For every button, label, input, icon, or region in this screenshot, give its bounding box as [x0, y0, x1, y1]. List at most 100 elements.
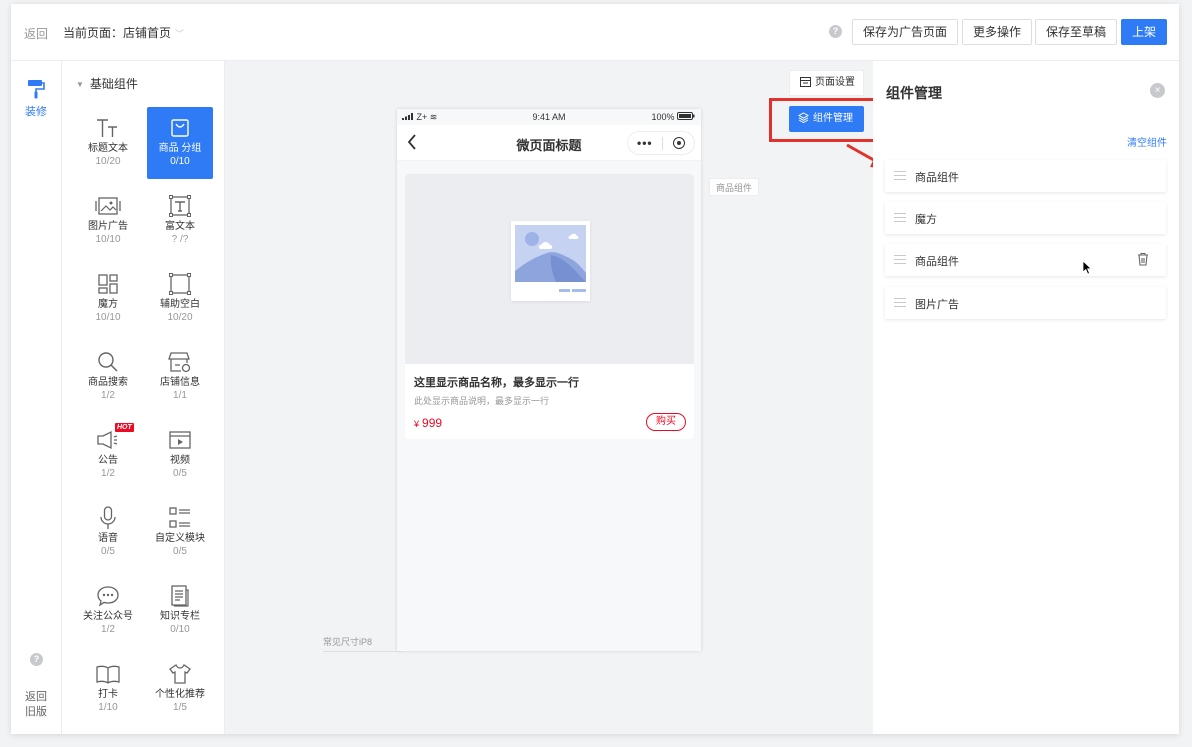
more-actions-button[interactable]: 更多操作: [962, 19, 1033, 45]
capsule-divider: [662, 137, 663, 150]
component-list-item[interactable]: 商品组件: [885, 160, 1166, 192]
drag-handle-icon[interactable]: [894, 213, 906, 225]
component-count: ? /?: [171, 234, 189, 245]
component-name: 商品 分组: [158, 143, 202, 154]
help-icon[interactable]: ?: [829, 25, 842, 38]
phone-nav-bar: 微页面标题 •••: [397, 125, 701, 161]
component-rich-text[interactable]: 富文本 ? /?: [147, 185, 213, 257]
selected-component-tag: 商品组件: [709, 178, 760, 196]
video-icon: [147, 426, 213, 454]
close-icon[interactable]: ×: [1150, 83, 1165, 98]
component-voice[interactable]: 语音 0/5: [75, 497, 141, 569]
search-icon: [75, 348, 141, 376]
component-palette: ▼ 基础组件 标题文本 10/20 商品 分组 0/10 图片广告 10/10 富…: [62, 61, 225, 734]
book-icon: [75, 660, 141, 688]
component-list-item[interactable]: 图片广告: [885, 287, 1166, 319]
battery-percent: 100%: [651, 112, 675, 122]
currency-symbol: ¥: [414, 419, 420, 429]
custom-module-icon: [147, 504, 213, 532]
component-name: 辅助空白: [160, 299, 200, 310]
component-count: 0/5: [173, 546, 187, 557]
back-link[interactable]: 返回: [24, 25, 48, 42]
drag-handle-icon[interactable]: [894, 171, 906, 183]
page-settings-button[interactable]: 页面设置: [789, 70, 864, 96]
image-ad-icon: [75, 192, 141, 220]
save-as-ad-page-button[interactable]: 保存为广告页面: [852, 19, 959, 45]
buy-button[interactable]: 购买: [646, 413, 686, 431]
more-dots-icon[interactable]: •••: [637, 136, 653, 150]
document-icon: [147, 582, 213, 610]
component-name: 店铺信息: [160, 377, 200, 388]
component-image-ad[interactable]: 图片广告 10/10: [75, 185, 141, 257]
drag-handle-icon[interactable]: [894, 298, 906, 310]
back-to-old-version-link[interactable]: 返回 旧版: [11, 690, 61, 720]
hot-badge: HOT: [115, 423, 134, 432]
component-list-label: 魔方: [915, 214, 937, 226]
component-manage-button[interactable]: 组件管理: [789, 106, 864, 132]
cube-icon: [75, 270, 141, 298]
title-text-icon: [75, 114, 141, 142]
component-personalized-recommend[interactable]: 个性化推荐 1/5: [147, 653, 213, 725]
component-count: 0/5: [101, 546, 115, 557]
drag-handle-icon[interactable]: [894, 255, 906, 267]
help-icon[interactable]: ?: [30, 653, 43, 666]
close-target-icon[interactable]: [673, 137, 685, 149]
device-size-label: 常见尺寸iP8: [323, 635, 403, 652]
palette-group-header[interactable]: ▼ 基础组件: [76, 75, 138, 92]
clear-components-link[interactable]: 清空组件: [1127, 134, 1167, 149]
trash-icon[interactable]: [1137, 252, 1149, 266]
rich-text-icon: [147, 192, 213, 220]
save-draft-button[interactable]: 保存至草稿: [1035, 19, 1118, 45]
component-count: 10/20: [167, 312, 193, 323]
component-cube[interactable]: 魔方 10/10: [75, 263, 141, 335]
rail-decorate-label: 装修: [25, 106, 47, 118]
component-blank-space[interactable]: 辅助空白 10/20: [147, 263, 213, 335]
component-count: 1/2: [101, 390, 115, 401]
goods-price: ¥999: [414, 416, 442, 430]
old-version-line2: 旧版: [25, 706, 47, 718]
component-goods-group[interactable]: 商品 分组 0/10: [147, 107, 213, 179]
component-count: 1/1: [173, 390, 187, 401]
component-title-text[interactable]: 标题文本 10/20: [75, 107, 141, 179]
phone-preview: Z+ ≋ 9:41 AM 100% 微页面标题 ••• 这里显示商品名称，最多显…: [397, 109, 701, 651]
store-icon: [147, 348, 213, 376]
component-name: 公告: [98, 455, 118, 466]
component-list-item[interactable]: 魔方: [885, 202, 1166, 234]
component-count: 10/10: [95, 234, 121, 245]
price-value: 999: [422, 416, 443, 430]
image-placeholder-icon: [511, 221, 590, 301]
component-store-info[interactable]: 店铺信息 1/1: [147, 341, 213, 413]
goods-name: 这里显示商品名称，最多显示一行: [414, 377, 579, 389]
component-announcement[interactable]: HOT 公告 1/2: [75, 419, 141, 491]
mini-program-capsule: •••: [627, 131, 695, 155]
chevron-down-icon: ﹀: [175, 29, 185, 39]
component-manage-panel: 组件管理 × 清空组件 商品组件 魔方 商品组件 图片广告: [873, 61, 1179, 734]
component-count: 0/10: [170, 156, 190, 167]
component-video[interactable]: 视频 0/5: [147, 419, 213, 491]
component-count: 10/20: [95, 156, 121, 167]
component-count: 0/5: [173, 468, 187, 479]
component-name: 图片广告: [88, 221, 128, 232]
component-list-item[interactable]: 商品组件: [885, 244, 1166, 276]
rail-item-decorate[interactable]: 装修: [11, 79, 61, 119]
mouse-cursor-icon: [1082, 260, 1092, 275]
component-follow-official-account[interactable]: 关注公众号 1/2: [75, 575, 141, 647]
component-goods-search[interactable]: 商品搜索 1/2: [75, 341, 141, 413]
component-count: 1/2: [101, 624, 115, 635]
component-list-label: 商品组件: [915, 172, 959, 184]
component-check-in[interactable]: 打卡 1/10: [75, 653, 141, 725]
component-count: 0/10: [170, 624, 190, 635]
component-knowledge-column[interactable]: 知识专栏 0/10: [147, 575, 213, 647]
goods-description: 此处显示商品说明，最多显示一行: [414, 396, 550, 406]
component-name: 语音: [98, 533, 118, 544]
component-custom-module[interactable]: 自定义模块 0/5: [147, 497, 213, 569]
layers-icon: [797, 112, 810, 124]
phone-status-bar: Z+ ≋ 9:41 AM 100%: [397, 109, 701, 125]
current-page-selector[interactable]: 当前页面：店铺首页 ﹀: [63, 24, 184, 41]
component-name: 视频: [170, 455, 190, 466]
publish-button[interactable]: 上架: [1121, 19, 1168, 45]
goods-card[interactable]: 这里显示商品名称，最多显示一行 此处显示商品说明，最多显示一行 ¥999 购买: [405, 174, 694, 439]
component-count: 10/10: [95, 312, 121, 323]
component-count: 1/5: [173, 702, 187, 713]
page-settings-label: 页面设置: [815, 77, 855, 88]
